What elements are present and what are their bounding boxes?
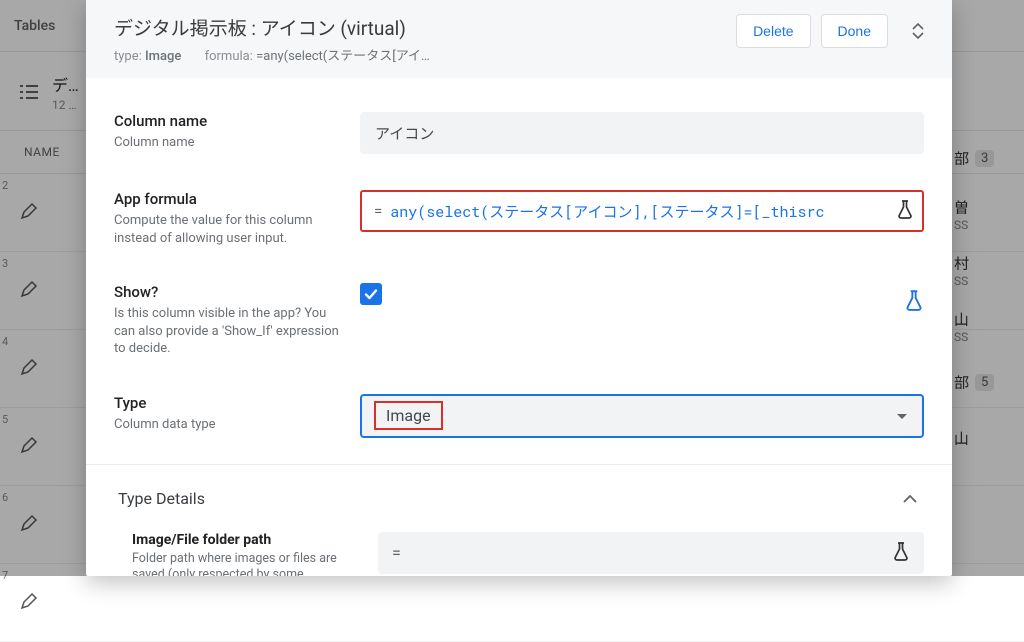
field-type: Type Column data type Image	[114, 382, 924, 456]
column-name-input[interactable]: アイコン	[360, 112, 924, 154]
type-details-section[interactable]: Type Details	[114, 465, 924, 518]
type-label: Type	[114, 394, 342, 412]
folder-path-label: Image/File folder path	[132, 532, 360, 548]
show-help: Is this column visible in the app? You c…	[114, 305, 342, 358]
column-name-help: Column name	[114, 134, 342, 152]
show-checkbox[interactable]	[360, 283, 382, 305]
caret-down-icon	[896, 406, 908, 425]
type-details-label: Type Details	[118, 489, 896, 508]
equals-sign: =	[374, 202, 382, 220]
column-settings-dialog: デジタル掲示板 : アイコン (virtual) type: Image for…	[86, 0, 952, 576]
app-formula-help: Compute the value for this column instea…	[114, 212, 342, 247]
folder-path-input[interactable]: =	[378, 532, 924, 574]
field-show: Show? Is this column visible in the app?…	[114, 271, 924, 382]
show-flask-icon[interactable]	[904, 289, 924, 315]
formula-text: any(select(ステータス[アイコン],[ステータス]=[_thisrc	[390, 201, 824, 222]
column-name-label: Column name	[114, 112, 342, 130]
field-folder-path: Image/File folder path Folder path where…	[114, 518, 924, 576]
flask-icon[interactable]	[896, 199, 914, 224]
delete-button[interactable]: Delete	[736, 14, 810, 48]
show-label: Show?	[114, 283, 342, 301]
field-column-name: Column name Column name アイコン	[114, 100, 924, 178]
field-app-formula: App formula Compute the value for this c…	[114, 178, 924, 271]
pencil-icon[interactable]	[20, 592, 48, 614]
done-button[interactable]: Done	[821, 14, 888, 48]
flask-icon[interactable]	[892, 541, 910, 565]
type-value: Image	[374, 401, 443, 430]
chevron-up-icon[interactable]	[896, 483, 924, 514]
dialog-body: Column name Column name アイコン App formula…	[86, 78, 952, 576]
equals-sign: =	[392, 543, 401, 562]
dialog-title: デジタル掲示板 : アイコン (virtual)	[114, 14, 736, 41]
app-formula-input[interactable]: = any(select(ステータス[アイコン],[ステータス]=[_thisr…	[360, 190, 924, 232]
expand-toggle[interactable]	[906, 17, 930, 45]
folder-path-help: Folder path where images or files are sa…	[132, 551, 360, 576]
dialog-subtitle: type: Image formula: =any(select(ステータス[ア…	[114, 45, 736, 64]
dialog-header: デジタル掲示板 : アイコン (virtual) type: Image for…	[86, 0, 952, 78]
type-select[interactable]: Image	[360, 394, 924, 438]
app-formula-label: App formula	[114, 190, 342, 208]
type-help: Column data type	[114, 416, 342, 434]
